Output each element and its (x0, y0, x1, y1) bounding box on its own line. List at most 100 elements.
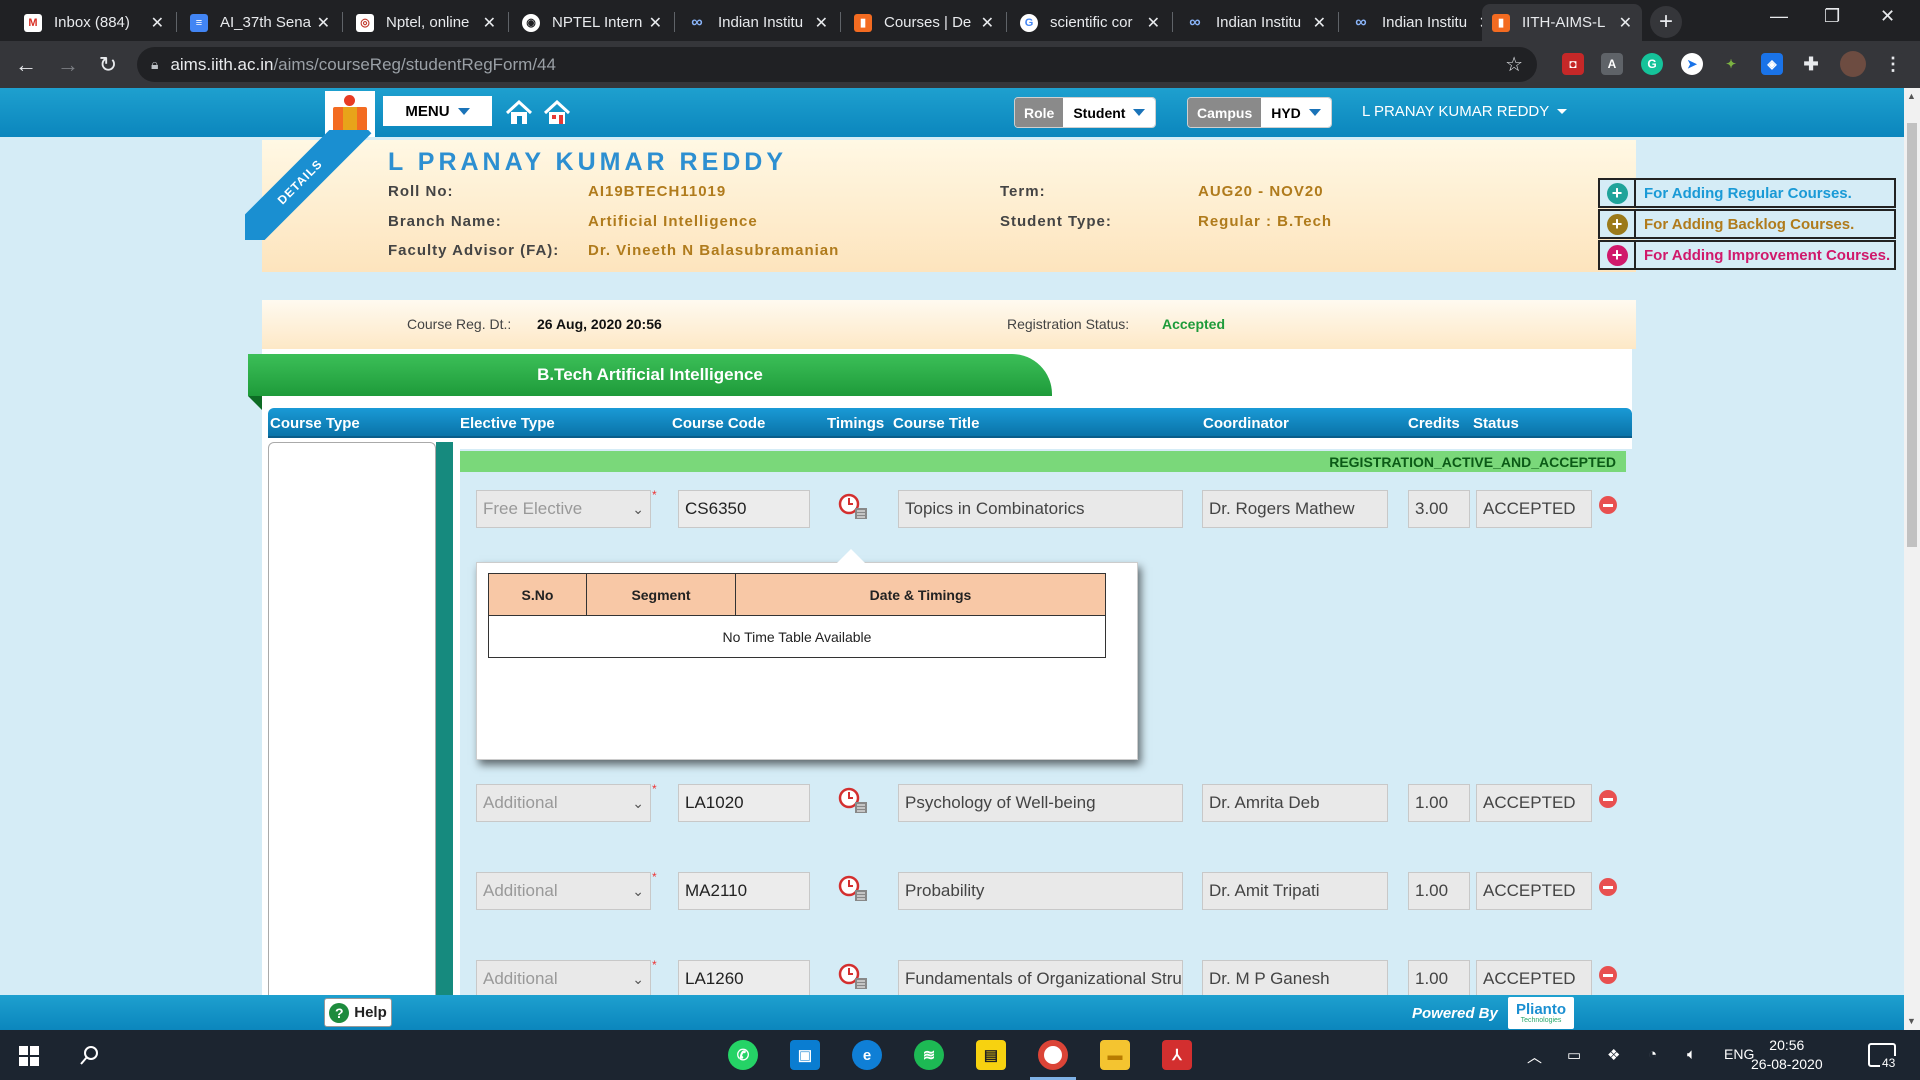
edge-icon[interactable]: e (852, 1040, 882, 1070)
course-code-field[interactable]: MA2110 (678, 872, 810, 910)
remove-course-icon[interactable] (1599, 496, 1617, 514)
acrobat-reader-icon[interactable]: ⅄ (1162, 1040, 1192, 1070)
close-tab-icon[interactable]: ✕ (1313, 13, 1326, 33)
tab-indian-institute-3[interactable]: ∞ Indian Institu ✕ (1342, 4, 1502, 41)
close-tab-icon[interactable]: ✕ (483, 13, 496, 33)
close-tab-icon[interactable]: ✕ (1619, 13, 1632, 33)
close-tab-icon[interactable]: ✕ (649, 13, 662, 33)
remove-course-icon[interactable] (1599, 790, 1617, 808)
dropbox-icon[interactable]: ❖ (1607, 1046, 1620, 1064)
new-tab-button[interactable]: + (1650, 6, 1682, 38)
browser-menu-icon[interactable]: ⋮ (1882, 53, 1904, 75)
coordinator-field[interactable]: Dr. Amit Tripati (1202, 872, 1388, 910)
credits-field[interactable]: 3.00 (1408, 490, 1470, 528)
ublock-extension-icon[interactable]: ✦ (1720, 53, 1742, 75)
timings-clock-icon[interactable] (836, 786, 870, 816)
tab-indian-institute-2[interactable]: ∞ Indian Institu ✕ (1176, 4, 1336, 41)
windows-start-icon[interactable] (19, 1046, 39, 1066)
search-icon[interactable] (80, 1045, 100, 1065)
restore-icon[interactable]: ❐ (1824, 6, 1840, 27)
pocket-extension-icon[interactable]: ◘ (1562, 53, 1584, 75)
coordinator-field[interactable]: Dr. M P Ganesh (1202, 960, 1388, 998)
file-explorer-icon[interactable]: ▬ (1100, 1040, 1130, 1070)
close-window-icon[interactable]: ✕ (1880, 6, 1895, 27)
remove-course-icon[interactable] (1599, 878, 1617, 896)
scroll-down-icon[interactable]: ▼ (1907, 1016, 1916, 1026)
reload-icon[interactable]: ↻ (94, 51, 122, 79)
elective-type-select[interactable]: Additional ⌄ (476, 784, 651, 822)
translate-extension-icon[interactable]: A (1601, 53, 1623, 75)
close-tab-icon[interactable]: ✕ (151, 13, 164, 33)
grammarly-extension-icon[interactable]: G (1641, 53, 1663, 75)
help-button[interactable]: ? Help (324, 998, 392, 1027)
role-selector[interactable]: Role Student (1015, 98, 1156, 127)
tab-iith-aims[interactable]: ▮ IITH-AIMS-L ✕ (1482, 4, 1642, 41)
coordinator-field[interactable]: Dr. Amrita Deb (1202, 784, 1388, 822)
add-improvement-courses-link[interactable]: + For Adding Improvement Courses. (1598, 240, 1896, 270)
status-field[interactable]: ACCEPTED (1476, 784, 1592, 822)
page-scrollbar[interactable]: ▲ ▼ (1904, 88, 1920, 1030)
tab-indian-institute[interactable]: ∞ Indian Institu ✕ (678, 4, 838, 41)
battery-icon[interactable]: ▭ (1567, 1046, 1581, 1064)
credits-field[interactable]: 1.00 (1408, 784, 1470, 822)
credits-field[interactable]: 1.00 (1408, 960, 1470, 998)
wifi-icon[interactable]: ◔ (1648, 1046, 1657, 1063)
tab-nptel[interactable]: ◎ Nptel, online ✕ (346, 4, 506, 41)
tab-courses[interactable]: ▮ Courses | De ✕ (844, 4, 1004, 41)
add-regular-courses-link[interactable]: + For Adding Regular Courses. (1598, 178, 1896, 208)
elective-type-select[interactable]: Free Elective ⌄ (476, 490, 651, 528)
close-tab-icon[interactable]: ✕ (815, 13, 828, 33)
status-field[interactable]: ACCEPTED (1476, 872, 1592, 910)
timings-clock-icon[interactable] (836, 492, 870, 522)
language-indicator[interactable]: ENG (1724, 1046, 1754, 1062)
home-icon[interactable] (505, 100, 533, 126)
whatsapp-icon[interactable]: ✆ (728, 1040, 758, 1070)
close-tab-icon[interactable]: ✕ (1147, 13, 1160, 33)
back-icon[interactable]: ← (12, 51, 40, 79)
extensions-puzzle-icon[interactable]: ✚ (1800, 53, 1822, 75)
vpn-extension-icon[interactable]: ➤ (1681, 53, 1703, 75)
status-field[interactable]: ACCEPTED (1476, 960, 1592, 998)
scrollbar-thumb[interactable] (1907, 123, 1917, 547)
course-title-field[interactable]: Probability (898, 872, 1183, 910)
status-field[interactable]: ACCEPTED (1476, 490, 1592, 528)
spotify-icon[interactable]: ≋ (914, 1040, 944, 1070)
course-title-field[interactable]: Psychology of Well-being (898, 784, 1183, 822)
volume-icon[interactable]: 🔈︎ (1687, 1046, 1696, 1063)
address-bar[interactable]: 🔒︎ aims.iith.ac.in/aims/courseReg/studen… (137, 47, 1537, 82)
course-title-field[interactable]: Fundamentals of Organizational Stru (898, 960, 1183, 998)
add-backlog-courses-link[interactable]: + For Adding Backlog Courses. (1598, 209, 1896, 239)
show-hidden-icons-icon[interactable]: ︿ (1527, 1046, 1542, 1067)
system-clock[interactable]: 20:56 26-08-2020 (1751, 1036, 1823, 1074)
coordinator-field[interactable]: Dr. Rogers Mathew (1202, 490, 1388, 528)
sticky-notes-icon[interactable]: ▤ (976, 1040, 1006, 1070)
close-tab-icon[interactable]: ✕ (317, 13, 330, 33)
timings-clock-icon[interactable] (836, 962, 870, 992)
timings-clock-icon[interactable] (836, 874, 870, 904)
forward-icon[interactable]: → (54, 51, 82, 79)
plianto-logo[interactable]: Plianto Technologies (1508, 997, 1574, 1029)
elective-type-select[interactable]: Additional ⌄ (476, 960, 651, 998)
shield-extension-icon[interactable]: ◈ (1761, 53, 1783, 75)
course-code-field[interactable]: LA1020 (678, 784, 810, 822)
office-icon[interactable]: ▣ (790, 1040, 820, 1070)
remove-course-icon[interactable] (1599, 966, 1617, 984)
chrome-icon[interactable] (1038, 1040, 1068, 1070)
credits-field[interactable]: 1.00 (1408, 872, 1470, 910)
course-title-field[interactable]: Topics in Combinatorics (898, 490, 1183, 528)
course-code-field[interactable]: LA1260 (678, 960, 810, 998)
user-menu[interactable]: L PRANAY KUMAR REDDY (1362, 103, 1568, 120)
campus-selector[interactable]: Campus HYD (1188, 98, 1331, 127)
tab-nptel-intern[interactable]: ◉ NPTEL Intern ✕ (512, 4, 672, 41)
course-code-field[interactable]: CS6350 (678, 490, 810, 528)
tab-docs[interactable]: ≡ AI_37th Sena ✕ (180, 4, 340, 41)
elective-type-select[interactable]: Additional ⌄ (476, 872, 651, 910)
campus-home-icon[interactable] (543, 100, 571, 126)
close-tab-icon[interactable]: ✕ (981, 13, 994, 33)
scroll-up-icon[interactable]: ▲ (1907, 91, 1916, 101)
profile-avatar[interactable] (1840, 51, 1866, 77)
tab-google-search[interactable]: G scientific cor ✕ (1010, 4, 1170, 41)
menu-button[interactable]: MENU (383, 96, 492, 126)
bookmark-star-icon[interactable]: ☆ (1505, 52, 1523, 77)
minimize-icon[interactable]: — (1770, 6, 1788, 27)
